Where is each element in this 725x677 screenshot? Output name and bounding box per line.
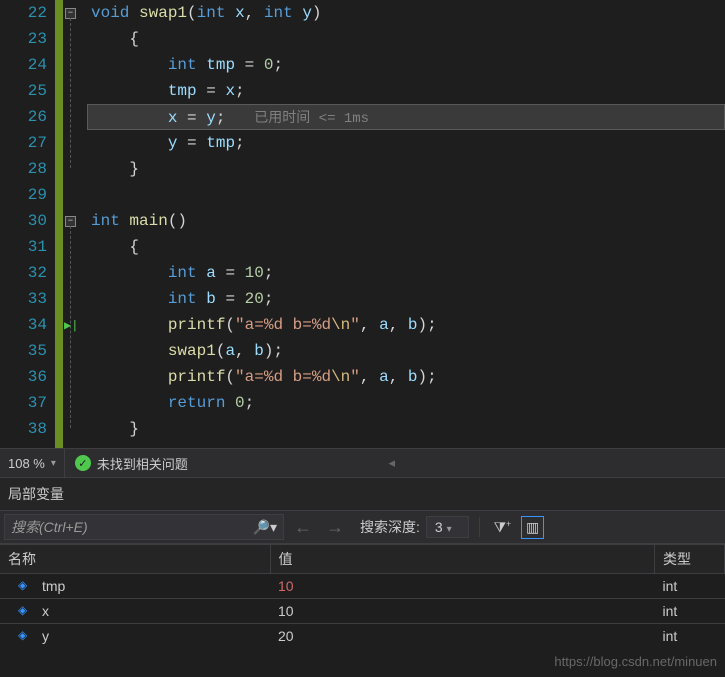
line-number: 31 <box>0 234 47 260</box>
line-number: 36 <box>0 364 47 390</box>
var-value[interactable]: 10 <box>270 574 655 599</box>
chevron-down-icon: ▾ <box>447 524 452 535</box>
line-number: 26 <box>0 104 47 130</box>
line-number: 37 <box>0 390 47 416</box>
code-area[interactable]: void swap1(int x, int y) { int tmp = 0; … <box>87 0 725 448</box>
code-line[interactable]: return 0; <box>87 390 725 416</box>
fold-column[interactable]: −−▶| <box>63 0 87 448</box>
table-row[interactable]: ◈ tmp 10int <box>0 574 725 599</box>
variable-icon: ◈ <box>18 603 27 617</box>
code-line[interactable]: int b = 20; <box>87 286 725 312</box>
line-number: 25 <box>0 78 47 104</box>
var-name: tmp <box>42 578 65 594</box>
search-depth-select[interactable]: 3 ▾ <box>426 516 469 538</box>
line-number-gutter: ➡ 2223242526272829303132333435363738 <box>0 0 55 448</box>
line-number: 23 <box>0 26 47 52</box>
line-number: 28 <box>0 156 47 182</box>
locals-toolbar: 搜索(Ctrl+E) 🔎▾ ← → 搜索深度: 3 ▾ ⧩⁺ ▥ <box>0 510 725 544</box>
col-type[interactable]: 类型 <box>655 545 725 574</box>
var-type: int <box>655 599 725 624</box>
table-row[interactable]: ◈ x 10int <box>0 599 725 624</box>
zoom-value: 108 % <box>8 456 45 471</box>
line-number: 22 <box>0 0 47 26</box>
code-line[interactable]: printf("a=%d b=%d\n", a, b); <box>87 312 725 338</box>
table-row[interactable]: ◈ y 20int <box>0 624 725 649</box>
var-value[interactable]: 10 <box>270 599 655 624</box>
line-number: 29 <box>0 182 47 208</box>
code-line[interactable]: void swap1(int x, int y) <box>87 0 725 26</box>
col-value[interactable]: 值 <box>270 545 655 574</box>
code-line[interactable] <box>87 182 725 208</box>
search-depth-label: 搜索深度: <box>360 517 420 537</box>
line-number: 34 <box>0 312 47 338</box>
line-number: 30 <box>0 208 47 234</box>
tab-view-icon[interactable]: ▥ <box>521 516 544 539</box>
run-to-line-icon[interactable]: ▶| <box>64 318 78 333</box>
zoom-level-dropdown[interactable]: 108 % ▾ <box>0 449 65 477</box>
var-name: y <box>42 628 49 644</box>
status-no-issues: 未找到相关问题 <box>97 454 188 473</box>
code-line[interactable]: y = tmp; <box>87 130 725 156</box>
filter-icon[interactable]: ⧩⁺ <box>490 517 515 538</box>
back-button[interactable]: ← <box>290 517 316 538</box>
var-name: x <box>42 603 49 619</box>
search-icon[interactable]: 🔎▾ <box>253 519 277 536</box>
line-number: 32 <box>0 260 47 286</box>
code-line[interactable]: x = y; 已用时间 <= 1ms <box>87 104 725 130</box>
locals-search-input[interactable]: 搜索(Ctrl+E) 🔎▾ <box>4 514 284 540</box>
variable-icon: ◈ <box>18 578 27 592</box>
code-line[interactable]: tmp = x; <box>87 78 725 104</box>
chevron-down-icon: ▾ <box>51 458 56 469</box>
locals-panel-title: 局部变量 <box>0 478 725 510</box>
line-number: 35 <box>0 338 47 364</box>
line-number: 27 <box>0 130 47 156</box>
locals-table[interactable]: 名称 值 类型 ◈ tmp 10int ◈ x 10int ◈ y 20int <box>0 544 725 648</box>
col-name[interactable]: 名称 <box>0 545 270 574</box>
line-number: 24 <box>0 52 47 78</box>
line-number: 38 <box>0 416 47 442</box>
separator <box>479 517 480 537</box>
code-line[interactable]: } <box>87 416 725 442</box>
var-type: int <box>655 624 725 649</box>
code-line[interactable]: int a = 10; <box>87 260 725 286</box>
table-header-row: 名称 值 类型 <box>0 545 725 574</box>
code-line[interactable]: { <box>87 234 725 260</box>
variable-icon: ◈ <box>18 628 27 642</box>
editor-status-bar: 108 % ▾ ✓ 未找到相关问题 ◂ <box>0 448 725 478</box>
search-placeholder: 搜索(Ctrl+E) <box>11 517 88 537</box>
code-line[interactable]: int main() <box>87 208 725 234</box>
check-circle-icon: ✓ <box>75 455 91 471</box>
var-value[interactable]: 20 <box>270 624 655 649</box>
line-number: 33 <box>0 286 47 312</box>
code-line[interactable]: printf("a=%d b=%d\n", a, b); <box>87 364 725 390</box>
code-line[interactable]: } <box>87 156 725 182</box>
code-editor[interactable]: ➡ 2223242526272829303132333435363738 −−▶… <box>0 0 725 448</box>
code-line[interactable]: int tmp = 0; <box>87 52 725 78</box>
var-type: int <box>655 574 725 599</box>
watermark: https://blog.csdn.net/minuen <box>554 654 717 669</box>
fold-guide <box>70 18 71 168</box>
forward-button[interactable]: → <box>322 517 348 538</box>
change-margin <box>55 0 63 448</box>
code-line[interactable]: swap1(a, b); <box>87 338 725 364</box>
split-handle-icon[interactable]: ◂ <box>388 455 395 471</box>
code-line[interactable]: { <box>87 26 725 52</box>
